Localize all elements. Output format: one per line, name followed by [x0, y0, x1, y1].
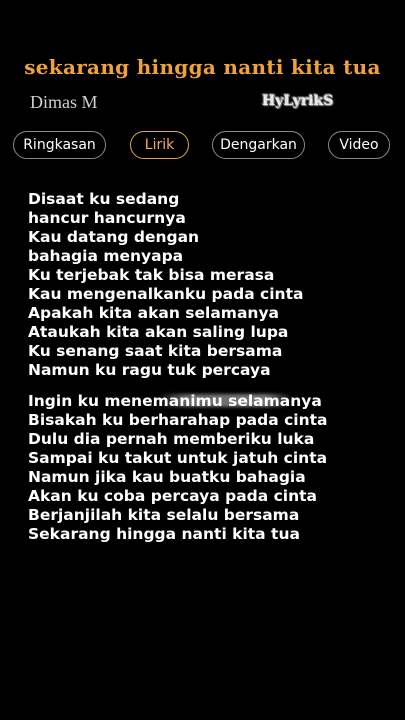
lyric-line: Bisakah ku berharahap pada cinta	[28, 411, 328, 429]
verse-1: Disaat ku sedang hancur hancurnya Kau da…	[28, 190, 388, 380]
verse-2: Ingin ku menemanimu selamanya Bisakah ku…	[28, 392, 388, 544]
lyric-line: Kau datang dengan	[28, 228, 200, 246]
watermark-logo: HyLyrikS	[262, 93, 334, 109]
verse-divider	[28, 380, 388, 392]
tab-ringkasan[interactable]: Ringkasan	[13, 131, 106, 159]
lyric-line: Namun jika kau buatku bahagia	[28, 468, 306, 486]
lyric-line: Berjanjilah kita selalu bersama	[28, 506, 300, 524]
lyric-line: hancur hancurnya	[28, 209, 186, 227]
lyric-line: Kau mengenalkanku pada cinta	[28, 285, 304, 303]
lyric-line: Ku terjebak tak bisa merasa	[28, 266, 275, 284]
lyric-line: bahagia menyapa	[28, 247, 184, 265]
lyric-line: Namun ku ragu tuk percaya	[28, 361, 271, 379]
lyric-line: Ingin ku menemanimu selamanya	[28, 392, 322, 410]
song-title: sekarang hingga nanti kita tua	[24, 55, 381, 79]
tab-dengarkan[interactable]: Dengarkan	[212, 131, 305, 159]
lyrics-body: Disaat ku sedang hancur hancurnya Kau da…	[28, 190, 388, 544]
tab-lirik[interactable]: Lirik	[130, 131, 189, 159]
lyric-line: Sekarang hingga nanti kita tua	[28, 525, 300, 543]
lyric-line: Dulu dia pernah memberiku luka	[28, 430, 315, 448]
lyric-line: Sampai ku takut untuk jatuh cinta	[28, 449, 328, 467]
artist-name: Dimas M	[30, 92, 98, 112]
lyric-line: Akan ku coba percaya pada cinta	[28, 487, 318, 505]
tab-bar: Ringkasan Lirik Dengarkan Video	[0, 131, 405, 163]
tab-video[interactable]: Video	[328, 131, 390, 159]
lyric-line: Ataukah kita akan saling lupa	[28, 323, 289, 341]
lyric-line: Disaat ku sedang	[28, 190, 180, 208]
lyric-line: Apakah kita akan selamanya	[28, 304, 280, 322]
lyric-line: Ku senang saat kita bersama	[28, 342, 283, 360]
